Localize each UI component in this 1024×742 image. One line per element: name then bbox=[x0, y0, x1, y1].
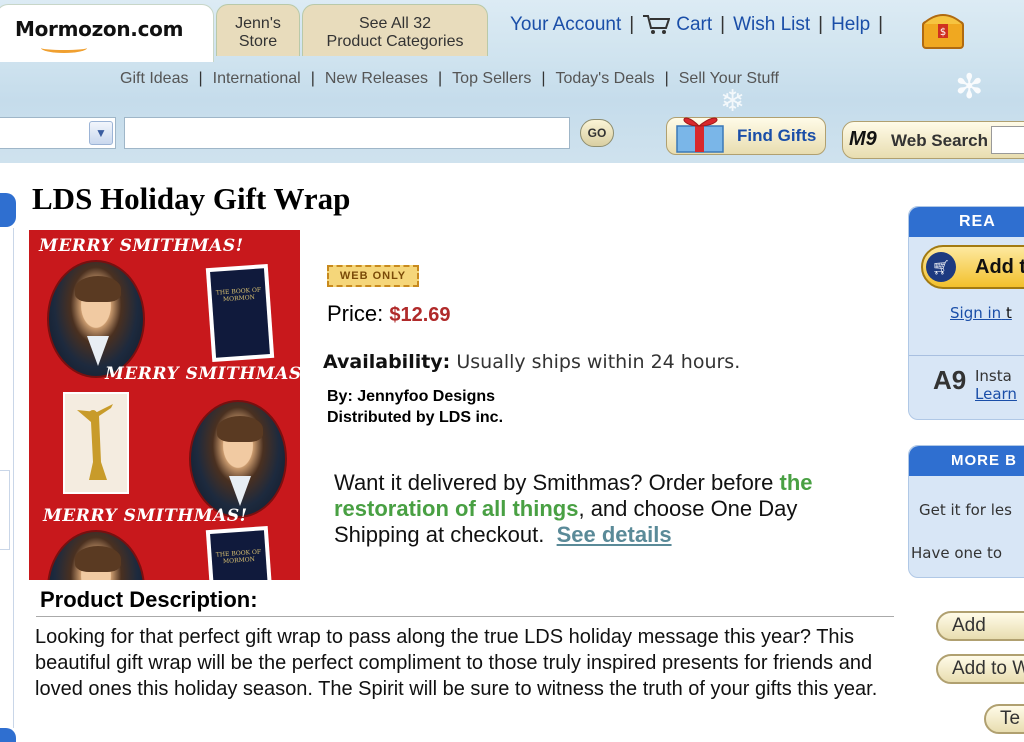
add-to-wish-list-button[interactable]: Add to W bbox=[936, 654, 1024, 684]
portrait-illustration bbox=[47, 260, 145, 378]
tab-label: See All 32 bbox=[358, 15, 432, 32]
byline: By: Jennyfoo Designs Distributed by LDS … bbox=[327, 386, 503, 428]
statue-illustration bbox=[63, 392, 129, 494]
search-input[interactable] bbox=[124, 117, 570, 149]
sub-nav: Gift Ideas | International | New Release… bbox=[120, 70, 779, 88]
cart-icon[interactable] bbox=[642, 14, 671, 36]
tab-all-categories[interactable]: See All 32 Product Categories bbox=[302, 4, 488, 56]
more-buying-heading: MORE B bbox=[909, 446, 1024, 476]
help-link[interactable]: Help bbox=[831, 14, 870, 36]
sign-in-link[interactable]: Sign in t bbox=[950, 304, 1012, 322]
separator: | bbox=[541, 70, 546, 87]
chevron-down-icon[interactable]: ▼ bbox=[89, 121, 113, 145]
divider bbox=[36, 616, 894, 617]
by-designer: By: Jennyfoo Designs bbox=[327, 388, 496, 405]
subnav-todays-deals[interactable]: Today's Deals bbox=[555, 70, 654, 88]
find-gifts-label: Find Gifts bbox=[737, 126, 817, 145]
buy-box: REA 🛒︎ Add t Sign in t A9 Insta Learn bbox=[908, 206, 1024, 420]
subnav-new-releases[interactable]: New Releases bbox=[325, 70, 428, 88]
portrait-illustration bbox=[47, 530, 145, 580]
site-logo[interactable]: Mormozon.com bbox=[15, 17, 183, 41]
subnav-top-sellers[interactable]: Top Sellers bbox=[452, 70, 531, 88]
logo-smile bbox=[41, 43, 87, 53]
separator: | bbox=[629, 14, 635, 35]
go-button[interactable]: GO bbox=[580, 119, 614, 147]
image-text: MERRY SMITHMAS! bbox=[39, 236, 244, 256]
treasure-chest-icon[interactable]: $ bbox=[920, 8, 966, 50]
add-to-list-button[interactable]: Add bbox=[936, 611, 1024, 641]
distributed-by: Distributed by LDS inc. bbox=[327, 409, 504, 426]
availability-value: Usually ships within 24 hours. bbox=[456, 351, 741, 373]
delivery-promo: Want it delivered by Smithmas? Order bef… bbox=[334, 470, 824, 548]
wish-list-link[interactable]: Wish List bbox=[733, 14, 810, 36]
left-panel-box bbox=[0, 470, 10, 550]
left-panel-tab[interactable] bbox=[0, 728, 16, 742]
account-nav: Your Account | Cart | Wish List | Help | bbox=[510, 14, 891, 36]
delivery-text: Want it delivered by Smithmas? Order bef… bbox=[334, 470, 774, 495]
add-to-cart-label: Add t bbox=[975, 256, 1024, 278]
divider bbox=[909, 355, 1024, 356]
separator: | bbox=[720, 14, 726, 35]
price-value: $12.69 bbox=[389, 304, 451, 326]
book-cover-text: THE BOOK OF MORMON bbox=[210, 530, 270, 580]
subnav-international[interactable]: International bbox=[213, 70, 301, 88]
web-search-label: Web Search bbox=[891, 131, 989, 150]
subnav-gift-ideas[interactable]: Gift Ideas bbox=[120, 70, 188, 88]
availability-row: Availability: Usually ships within 24 ho… bbox=[323, 351, 740, 373]
have-one-text[interactable]: Have one to bbox=[911, 544, 1002, 562]
book-illustration: THE BOOK OF MORMON bbox=[205, 263, 275, 363]
add-to-cart-button[interactable]: 🛒︎ Add t bbox=[921, 245, 1024, 289]
book-cover-text: THE BOOK OF MORMON bbox=[210, 268, 270, 358]
product-image[interactable]: MERRY SMITHMAS! THE BOOK OF MORMON MERRY… bbox=[29, 230, 300, 580]
tell-a-friend-button[interactable]: Te bbox=[984, 704, 1024, 734]
web-search-button[interactable]: M9 Web Search bbox=[842, 121, 1024, 159]
separator: | bbox=[818, 14, 824, 35]
tab-label: Store bbox=[238, 33, 278, 50]
sign-in-tail: t bbox=[1005, 304, 1012, 322]
your-account-link[interactable]: Your Account bbox=[510, 14, 621, 36]
web-only-badge: WEB ONLY bbox=[327, 265, 419, 287]
tab-label: Product Categories bbox=[326, 33, 464, 50]
description-heading: Product Description: bbox=[40, 587, 258, 612]
snowflake-icon: ✻ bbox=[955, 68, 984, 106]
a9-logo: A9 bbox=[933, 365, 967, 395]
tab-label: Jenn's bbox=[235, 15, 281, 32]
learn-more-link[interactable]: Learn bbox=[975, 385, 1017, 403]
svg-text:$: $ bbox=[940, 27, 946, 38]
get-it-text[interactable]: Get it for les bbox=[919, 501, 1012, 519]
web-search-input[interactable] bbox=[991, 126, 1024, 154]
tab-home[interactable]: Mormozon.com bbox=[0, 4, 214, 62]
product-description: Looking for that perfect gift wrap to pa… bbox=[35, 626, 878, 700]
sign-in-label[interactable]: Sign in bbox=[950, 304, 1001, 322]
availability-label: Availability: bbox=[323, 351, 451, 373]
product-title: LDS Holiday Gift Wrap bbox=[32, 181, 351, 216]
portrait-illustration bbox=[189, 400, 287, 518]
separator: | bbox=[878, 14, 884, 35]
subnav-sell-your-stuff[interactable]: Sell Your Stuff bbox=[679, 70, 779, 88]
find-gifts-button[interactable]: Find Gifts bbox=[666, 117, 826, 155]
image-text: MERRY SMITHMAS! bbox=[43, 506, 248, 526]
cart-icon: 🛒︎ bbox=[926, 252, 956, 282]
book-illustration: THE BOOK OF MORMON bbox=[205, 525, 275, 580]
instant-order: Insta Learn bbox=[975, 367, 1017, 403]
web-search-logo: M9 bbox=[849, 128, 877, 150]
site-header: ✻ ❄ Mormozon.com Jenn's Store See All 32… bbox=[0, 0, 1024, 163]
separator: | bbox=[438, 70, 443, 87]
separator: | bbox=[664, 70, 669, 87]
see-details-link[interactable]: See details bbox=[557, 522, 672, 547]
tab-jenns-store[interactable]: Jenn's Store bbox=[216, 4, 300, 56]
separator: | bbox=[198, 70, 203, 87]
cart-link[interactable]: Cart bbox=[676, 14, 712, 36]
price-label: Price: bbox=[327, 301, 384, 326]
buy-box-heading: REA bbox=[909, 207, 1024, 237]
gift-box-icon bbox=[676, 117, 724, 153]
instant-label: Insta bbox=[975, 367, 1012, 385]
more-buying-choices: MORE B Get it for les Have one to bbox=[908, 445, 1024, 578]
image-text: MERRY SMITHMAS! bbox=[105, 364, 300, 384]
search-category-select[interactable]: ▼ bbox=[0, 117, 116, 149]
price-row: Price: $12.69 bbox=[327, 301, 451, 327]
separator: | bbox=[310, 70, 315, 87]
left-panel-tab[interactable] bbox=[0, 193, 16, 227]
